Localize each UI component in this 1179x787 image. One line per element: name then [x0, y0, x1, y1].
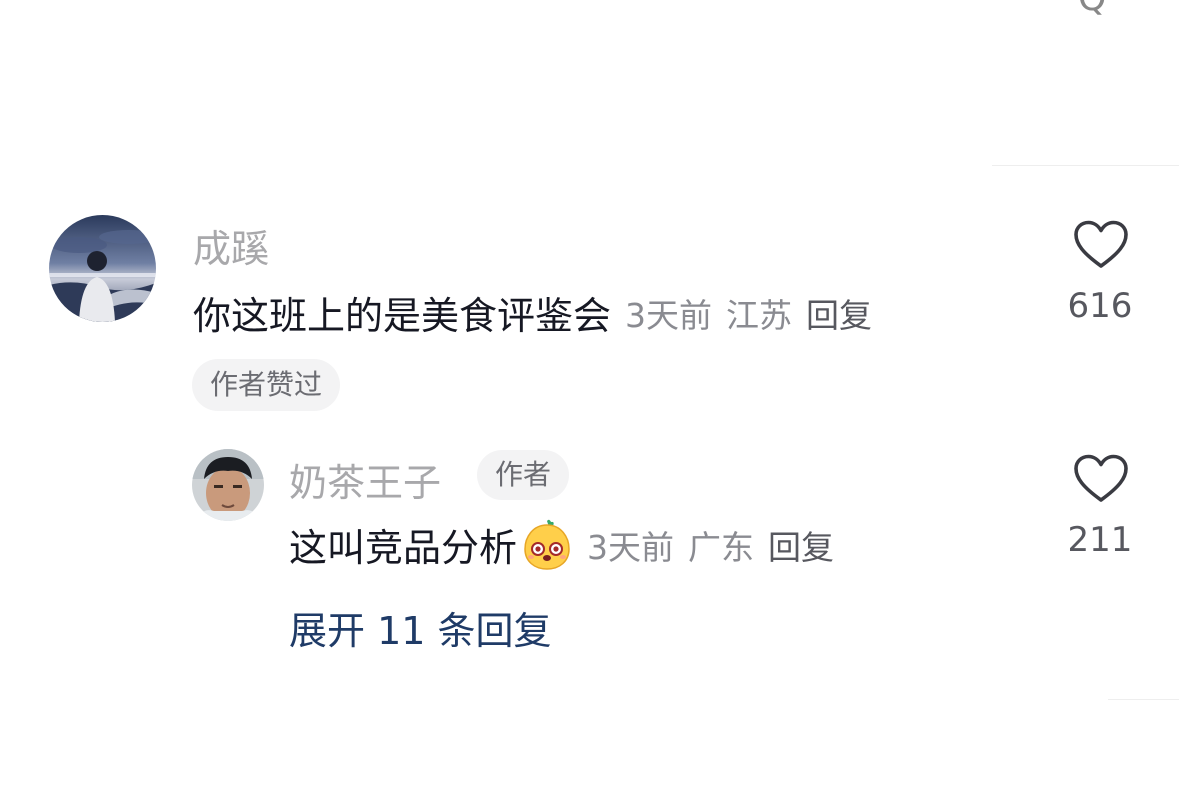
cute-face-emoji-icon	[521, 519, 573, 571]
divider-top	[992, 165, 1179, 166]
reply-like-count: 211	[1067, 520, 1133, 560]
replier-username[interactable]: 奶茶王子	[289, 452, 441, 507]
heart-outline-icon[interactable]	[1073, 219, 1129, 271]
commenter-username[interactable]: 成蹊	[193, 218, 269, 273]
avatar-replier[interactable]	[192, 449, 264, 521]
reply-location: 广东	[688, 527, 755, 567]
comment-location: 江苏	[726, 295, 793, 335]
heart-outline-icon[interactable]	[1073, 453, 1129, 505]
comment-reply-button[interactable]: 回复	[806, 289, 872, 337]
comment-like-count: 616	[1067, 286, 1133, 326]
reply-content: 这叫竞品分析 3天前 广东 回复	[289, 517, 834, 572]
reply-text: 这叫竞品分析	[289, 526, 518, 570]
divider-bottom	[1108, 699, 1179, 700]
author-tag: 作者	[477, 450, 570, 500]
expand-replies-button[interactable]: 展开 11 条回复	[289, 600, 552, 655]
comment-time: 3天前	[625, 295, 713, 335]
comment-content: 你这班上的是美食评鉴会 3天前 江苏 回复	[193, 285, 872, 340]
liked-by-author-badge: 作者赞过	[192, 359, 341, 411]
reply-time: 3天前	[587, 527, 675, 567]
reply-reply-button[interactable]: 回复	[768, 521, 834, 569]
comment-text: 你这班上的是美食评鉴会	[193, 294, 612, 338]
partial-top-glyph: Q	[1078, 0, 1108, 19]
avatar-commenter[interactable]	[49, 215, 156, 322]
